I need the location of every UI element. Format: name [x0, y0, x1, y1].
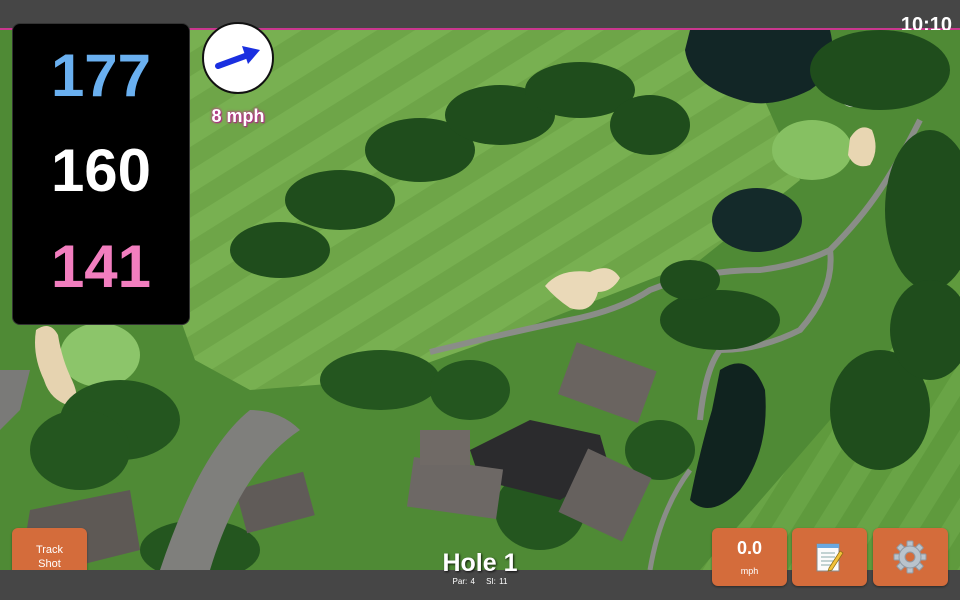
hole-stroke-index: SI: 11	[486, 577, 508, 586]
gear-icon	[893, 540, 927, 574]
front-distance: 141	[50, 233, 152, 300]
wind-speed: 8 mph	[211, 106, 265, 126]
wind-arrow-icon	[215, 46, 260, 69]
distance-panel: 177 160 141	[12, 23, 190, 325]
middle-distance: 160	[50, 137, 152, 204]
settings-button[interactable]	[873, 528, 948, 586]
speed-unit: mph	[740, 566, 759, 576]
hole-title: Hole 1	[442, 549, 518, 577]
notes-button[interactable]	[792, 528, 867, 586]
speed-button[interactable]: 0.0 mph	[712, 528, 787, 586]
hole-par: Par: 4	[452, 577, 475, 586]
track-shot-label-line2: Shot	[38, 558, 61, 570]
speed-value: 0.0	[736, 538, 763, 558]
hole-details: Par: 4 SI: 11	[380, 577, 580, 586]
notepad-icon	[816, 543, 844, 572]
back-distance: 177	[50, 42, 152, 109]
track-shot-label-line1: Track	[35, 544, 64, 556]
wind-direction-dial	[202, 22, 274, 94]
